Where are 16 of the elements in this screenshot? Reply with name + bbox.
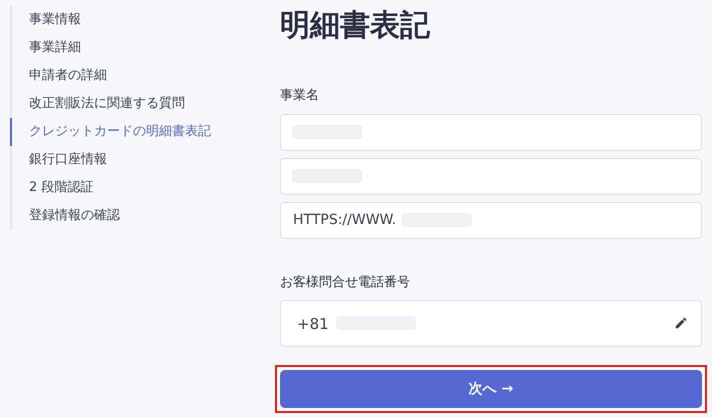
sidebar-item[interactable]: 申請者の詳細 — [10, 62, 280, 90]
pencil-icon[interactable] — [674, 316, 688, 330]
sidebar-item[interactable]: 改正割販法に関連する質問 — [10, 90, 280, 118]
phone-field[interactable]: +81 — [280, 300, 702, 347]
sidebar-item[interactable]: 事業情報 — [10, 6, 280, 34]
field-label: お客様問合せ電話番号 — [280, 274, 410, 292]
field-label: 事業名 — [280, 87, 319, 105]
sidebar-item[interactable]: 銀行口座情報 — [10, 146, 280, 174]
text-field[interactable] — [280, 158, 702, 194]
page-title: 明細書表記 — [280, 7, 430, 45]
sidebar-item[interactable]: 登録情報の確認 — [10, 202, 280, 230]
text-field[interactable] — [280, 114, 702, 150]
text-field[interactable]: HTTPS://WWW. — [280, 202, 702, 238]
sidebar-item[interactable]: 事業詳細 — [10, 34, 280, 62]
sidebar-item[interactable]: 2 段階認証 — [10, 174, 280, 202]
next-button[interactable]: 次へ → — [280, 370, 702, 408]
